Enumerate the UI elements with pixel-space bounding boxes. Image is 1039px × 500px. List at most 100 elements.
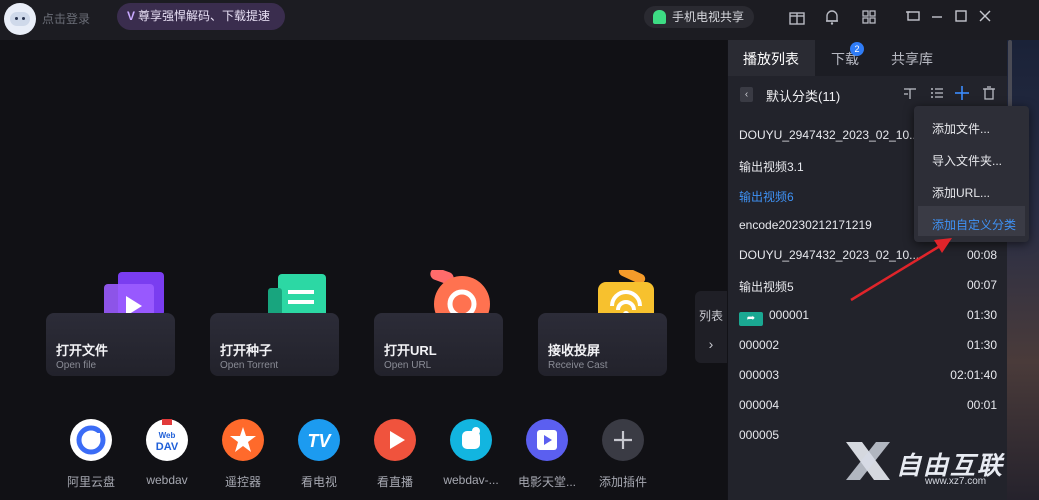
svg-text:DAV: DAV <box>156 441 179 453</box>
playlist-item[interactable]: 000004 00:01 <box>739 398 999 418</box>
webdav-icon: Web DAV <box>146 419 188 461</box>
playlist-item[interactable]: 输出视频5 00:07 <box>739 278 999 298</box>
avatar-eye-right <box>22 17 25 20</box>
add-plugin-icon <box>602 419 644 461</box>
playlist-item[interactable]: DOUYU_2947432_2023_02_10... 00:08 <box>739 248 999 268</box>
playlist-item[interactable]: 000003 02:01:40 <box>739 368 999 388</box>
item-duration: 02:01:40 <box>950 368 997 382</box>
item-name: 000003 <box>739 368 780 382</box>
maximize-icon[interactable] <box>952 7 970 25</box>
open-file-card[interactable]: 打开文件 Open file <box>46 313 175 376</box>
apps-grid-icon[interactable] <box>860 8 878 26</box>
svg-text:TV: TV <box>307 431 332 451</box>
download-count-badge: 2 <box>850 42 864 56</box>
receive-cast-card[interactable]: 接收投屏 Receive Cast <box>538 313 667 376</box>
item-duration: 00:08 <box>966 248 997 262</box>
plugin-label: 遥控器 <box>224 475 261 489</box>
menu-item-add-custom-category[interactable]: 添加自定义分类 <box>932 216 1016 233</box>
app-window: 点击登录 V 尊享强悍解码、下载提速 手机电视共享 打开文件 Open file… <box>0 0 1039 500</box>
top-bar: 点击登录 V 尊享强悍解码、下载提速 手机电视共享 <box>0 0 1039 40</box>
open-url-subtitle: Open URL <box>384 360 432 371</box>
item-name: 000001 <box>769 308 810 322</box>
vip-banner-button[interactable]: V 尊享强悍解码、下载提速 <box>117 3 285 30</box>
plugin-remote-control[interactable]: 遥控器 <box>203 419 283 490</box>
item-name: 000005 <box>739 428 780 442</box>
item-name: DOUYU_2947432_2023_02_10... <box>739 128 920 142</box>
android-icon <box>653 10 666 24</box>
watermark-url: www.xz7.com <box>925 476 987 487</box>
sort-icon[interactable] <box>902 85 918 101</box>
open-file-subtitle: Open file <box>56 360 97 371</box>
playlist-toggle[interactable]: 列表 › <box>695 291 727 363</box>
category-title: 默认分类(11) <box>766 89 841 104</box>
tab-playlist[interactable]: 播放列表 <box>743 49 799 69</box>
item-duration: 01:30 <box>966 338 997 352</box>
menu-item-import-folder[interactable]: 导入文件夹... <box>932 152 1002 169</box>
plugin-aliyun-drive[interactable]: 阿里云盘 <box>51 419 131 490</box>
plugin-label: webdav-... <box>443 473 499 487</box>
trash-icon[interactable] <box>981 85 997 101</box>
item-name: 000002 <box>739 338 780 352</box>
live-icon <box>374 419 416 461</box>
item-duration: 01:30 <box>966 308 997 322</box>
avatar[interactable] <box>4 3 36 35</box>
vip-label: 尊享强悍解码、下载提速 <box>138 9 271 23</box>
share-tv-label: 手机电视共享 <box>672 10 745 24</box>
add-context-menu: 添加文件... 导入文件夹... 添加URL... 添加自定义分类 <box>914 106 1029 242</box>
panel-tabs: 播放列表 下载 2 共享库 <box>728 40 1007 76</box>
avatar-eye-left <box>15 17 18 20</box>
open-torrent-card[interactable]: 打开种子 Open Torrent <box>210 313 339 376</box>
receive-cast-title: 接收投屏 <box>548 343 601 358</box>
plugin-label: 看电视 <box>300 475 337 489</box>
open-url-title: 打开URL <box>384 343 437 358</box>
item-duration: 00:07 <box>966 278 997 292</box>
avatar-face <box>10 12 30 26</box>
share-arrow-icon: ➦ <box>739 312 763 326</box>
menu-item-add-file[interactable]: 添加文件... <box>932 120 990 137</box>
plugin-live[interactable]: 看直播 <box>355 419 435 490</box>
minimize-icon[interactable] <box>928 7 946 25</box>
plugin-webdav-2[interactable]: webdav-... <box>431 419 511 487</box>
phone-tv-share-button[interactable]: 手机电视共享 <box>644 6 754 28</box>
plugin-label: 阿里云盘 <box>66 475 115 489</box>
open-torrent-title: 打开种子 <box>220 343 273 358</box>
plugin-label: 电影天堂... <box>517 475 576 489</box>
login-link[interactable]: 点击登录 <box>42 10 90 27</box>
chevron-left-icon[interactable]: ‹ <box>740 87 753 102</box>
watermark-logo <box>846 442 890 480</box>
open-url-card[interactable]: 打开URL Open URL <box>374 313 503 376</box>
plugin-label: webdav <box>146 473 188 487</box>
receive-cast-subtitle: Receive Cast <box>548 360 608 371</box>
bell-icon[interactable] <box>823 8 841 26</box>
item-name: DOUYU_2947432_2023_02_10... <box>739 248 920 262</box>
main-area: 打开文件 Open file 打开种子 Open Torrent 打开URL O… <box>0 40 727 500</box>
webdav-plugin-icon <box>450 419 492 461</box>
add-icon[interactable] <box>954 85 970 101</box>
list-view-icon[interactable] <box>929 85 945 101</box>
tab-shared-library[interactable]: 共享库 <box>891 49 933 69</box>
mini-mode-icon[interactable] <box>904 7 922 25</box>
chevron-right-icon: › <box>708 336 714 352</box>
playlist-toggle-label: 列表 <box>698 309 723 323</box>
open-file-title: 打开文件 <box>56 343 109 358</box>
gift-icon[interactable] <box>788 8 806 26</box>
open-torrent-subtitle: Open Torrent <box>220 360 279 371</box>
item-duration: 00:01 <box>966 398 997 412</box>
tv-icon: TV <box>298 419 340 461</box>
item-name: 000004 <box>739 398 780 412</box>
plugin-label: 看直播 <box>376 475 413 489</box>
item-name: encode20230212171219 <box>739 218 872 232</box>
playlist-item[interactable]: 000002 01:30 <box>739 338 999 358</box>
plugin-webdav[interactable]: Web DAV webdav <box>127 419 207 487</box>
remote-control-icon <box>222 419 264 461</box>
item-name-with-share: ➦ 000001 <box>739 308 809 326</box>
playlist-item[interactable]: ➦ 000001 01:30 <box>739 308 999 328</box>
svg-text:Web: Web <box>159 431 176 440</box>
plugin-movie[interactable]: 电影天堂... <box>507 419 587 490</box>
plugin-tv[interactable]: TV 看电视 <box>279 419 359 490</box>
plugin-add[interactable]: 添加插件 <box>583 419 663 490</box>
menu-item-add-url[interactable]: 添加URL... <box>932 184 990 201</box>
item-name: 输出视频5 <box>739 280 794 294</box>
close-icon[interactable] <box>976 7 994 25</box>
plugin-label: 添加插件 <box>598 475 647 489</box>
